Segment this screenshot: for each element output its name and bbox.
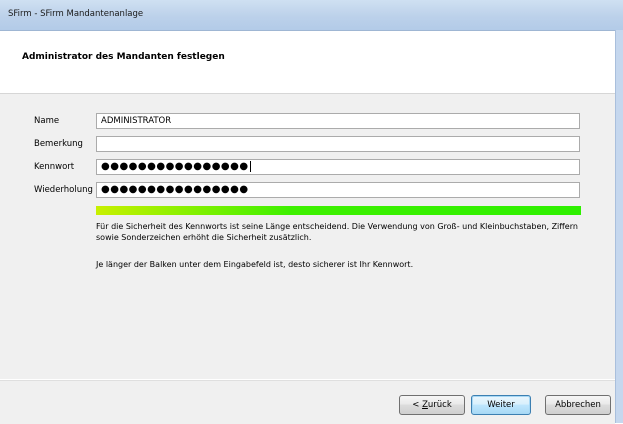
name-label: Name [34,116,60,126]
back-button-prefix: < [412,400,423,410]
cancel-button-label: Abbrechen [555,400,601,410]
strength-bar-hint: Je länger der Balken unter dem Eingabefe… [96,260,414,269]
name-input[interactable]: ADMINISTRATOR [96,113,580,129]
repeat-password-label: Wiederholung [34,185,93,195]
text-caret [249,160,251,172]
next-button-label: Weiter [487,400,515,410]
window-frame-right [615,30,623,423]
wizard-header: Administrator des Mandanten festlegen [0,31,615,94]
page-title: Administrator des Mandanten festlegen [22,52,225,62]
password-label: Kennwort [34,162,75,172]
password-input[interactable]: ●●●●●●●●●●●●●●●● [96,159,580,175]
wizard-window: SFirm - SFirm Mandantenanlage Administra… [0,0,623,424]
remark-label: Bemerkung [34,139,83,149]
repeat-password-input[interactable]: ●●●●●●●●●●●●●●●● [96,182,580,198]
window-title: SFirm - SFirm Mandantenanlage [8,9,144,19]
password-input-value: ●●●●●●●●●●●●●●●● [101,161,249,172]
cancel-button[interactable]: Abbrechen [545,395,611,415]
name-input-value: ADMINISTRATOR [101,116,172,126]
back-button-label: urück [427,400,452,410]
remark-input[interactable] [96,136,580,152]
back-button[interactable]: < Zurück [399,395,465,415]
password-strength-bar [96,206,581,215]
repeat-password-input-value: ●●●●●●●●●●●●●●●● [101,184,249,195]
next-button[interactable]: Weiter [471,395,531,415]
password-security-hint: Für die Sicherheit des Kennworts ist sei… [96,222,578,242]
title-bar[interactable]: SFirm - SFirm Mandantenanlage [0,0,623,31]
